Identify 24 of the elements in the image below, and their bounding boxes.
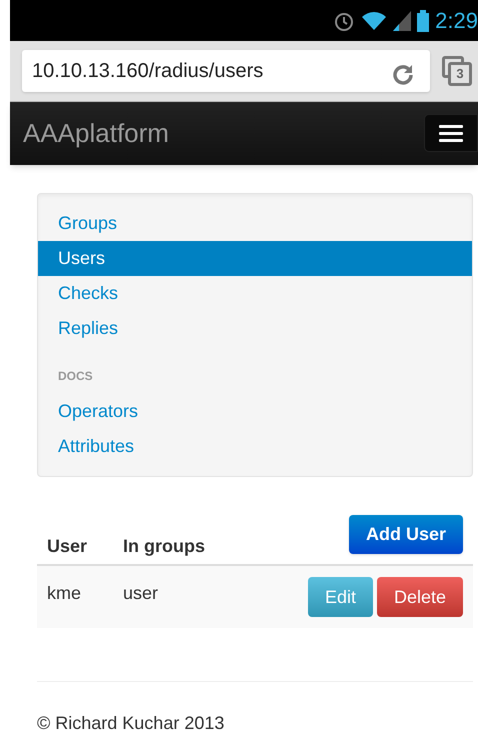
battery-icon [417,10,430,32]
nav-item[interactable]: Groups [38,206,472,241]
table-cell-text: kme [46,582,82,605]
delete-button[interactable]: Delete [376,577,463,617]
edit-button[interactable]: Edit [308,577,373,617]
nav-item[interactable]: Attributes [38,429,472,464]
brand-title[interactable]: AAAplatform [23,114,169,153]
wifi-icon [361,10,388,31]
add-user-button[interactable]: Add User [348,515,463,554]
nav-item[interactable]: Operators [38,394,472,429]
column-header: User [46,535,88,558]
footer-text: © Richard Kuchar 2013 [37,713,224,733]
column-header: In groups [122,535,205,558]
menu-button[interactable] [424,114,478,152]
menu-icon [439,124,463,142]
nav-item[interactable]: Checks [38,276,472,311]
url-field[interactable]: 10.10.13.160/radius/users [22,50,430,92]
table-cell-text: user [122,582,158,605]
signal-icon [393,10,412,31]
nav-item[interactable]: Users [38,241,472,276]
clock-time: 2:29 [435,10,478,32]
reload-icon[interactable] [391,63,415,87]
section-header: DOCS [58,369,93,383]
nav-item[interactable]: Replies [38,311,472,346]
